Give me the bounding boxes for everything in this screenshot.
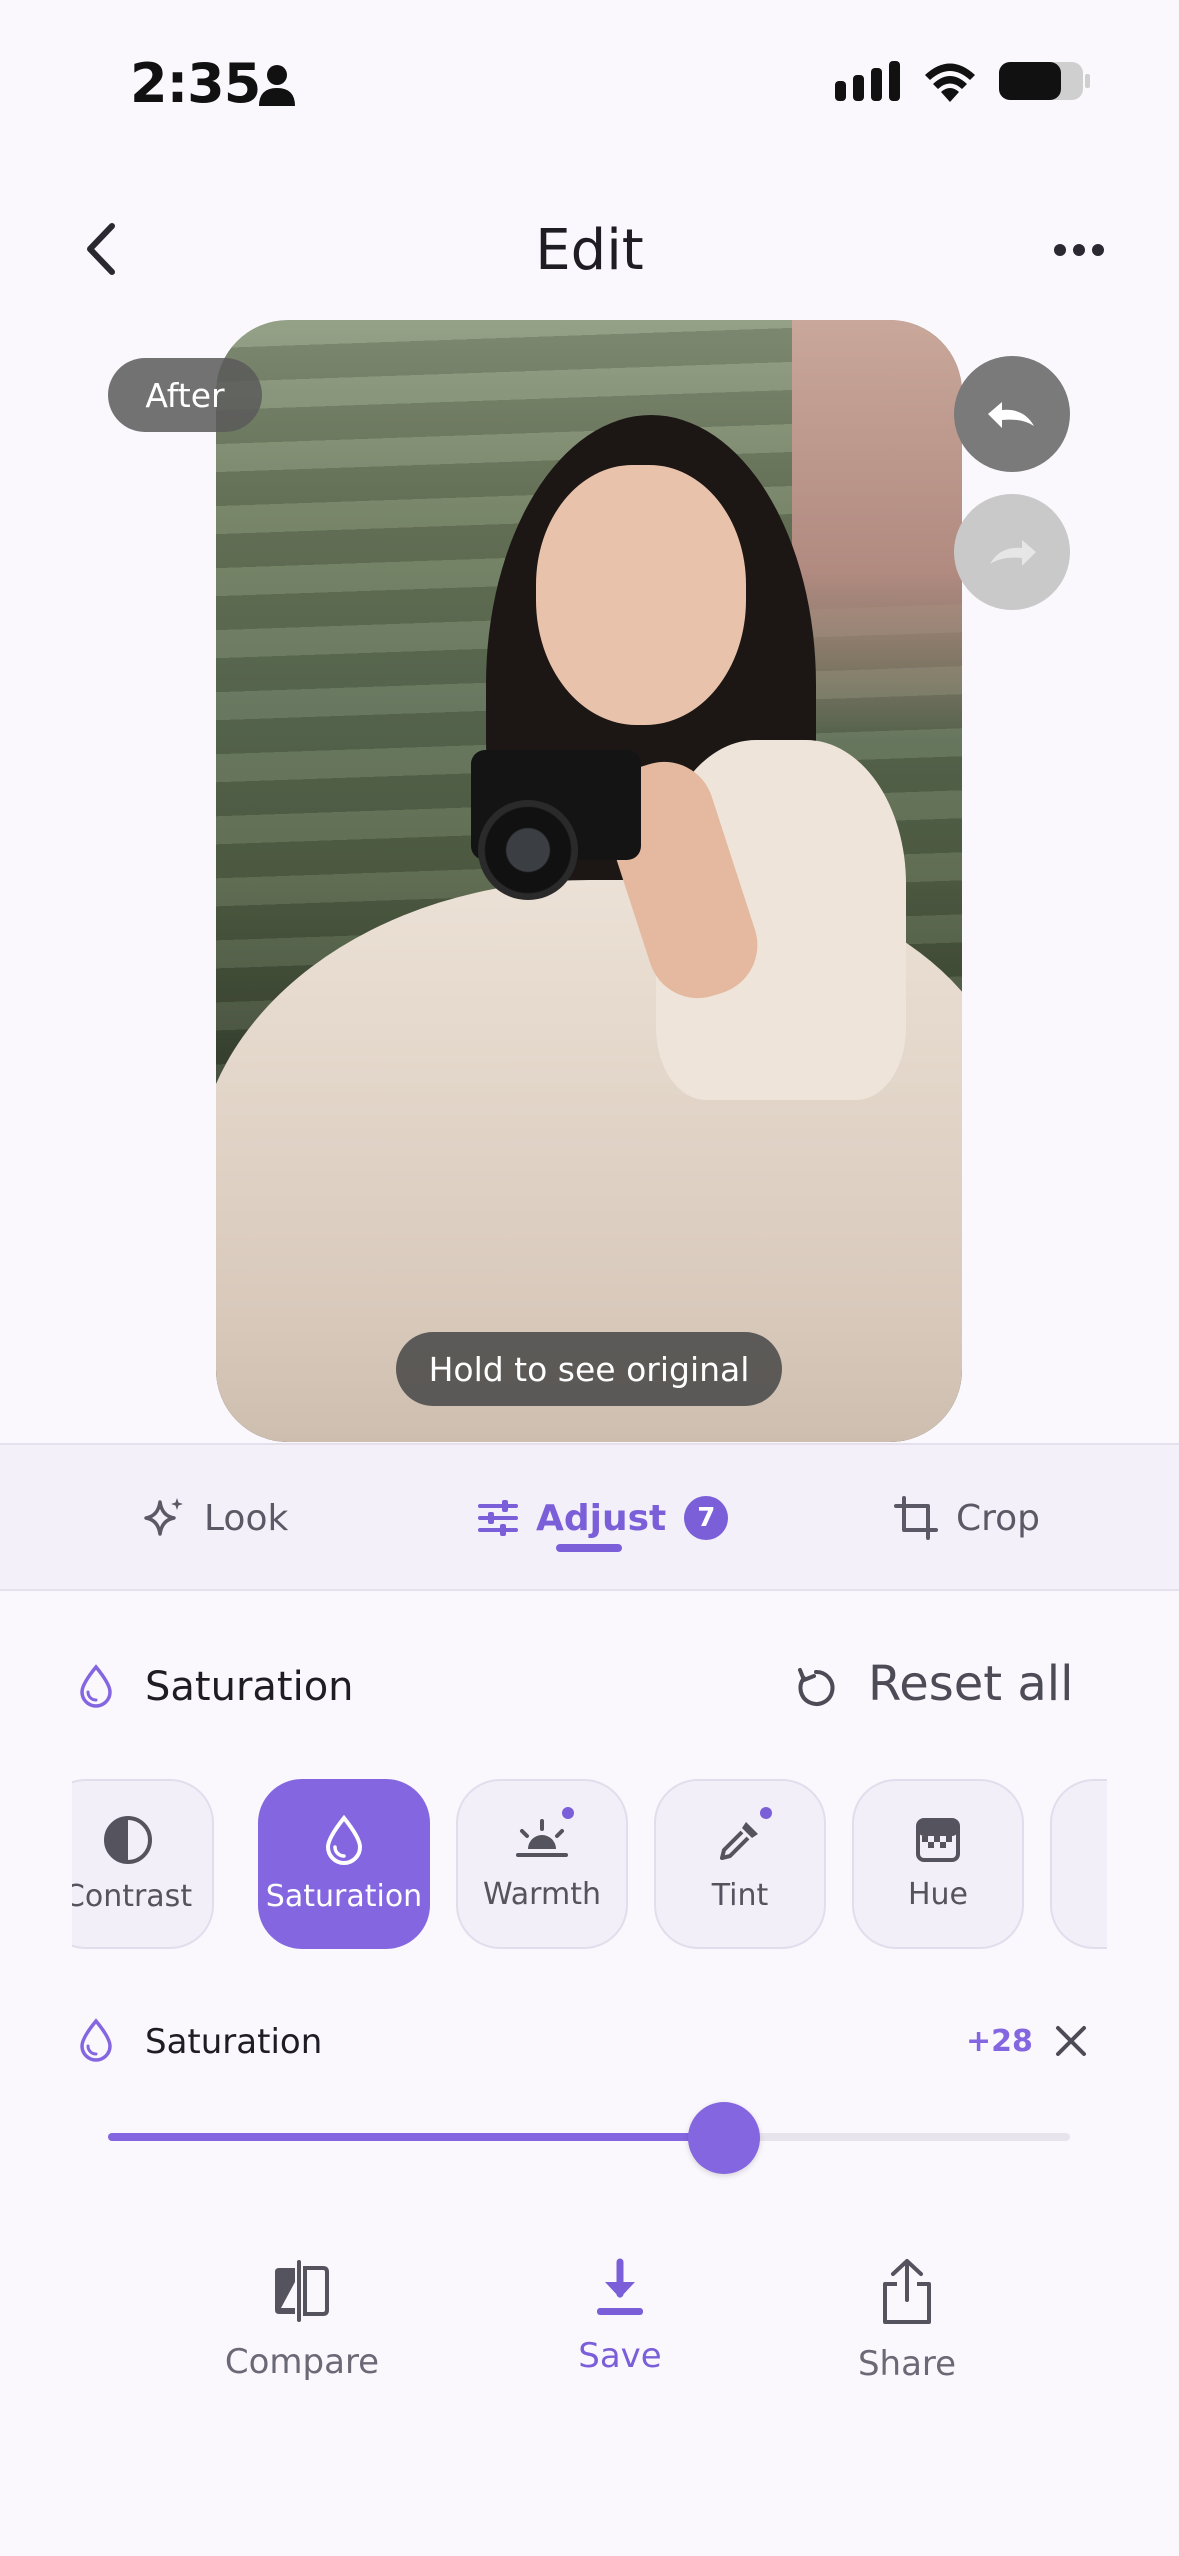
sliders-icon — [478, 1500, 518, 1536]
droplet-icon — [325, 1814, 363, 1865]
chip-tint[interactable]: Tint — [654, 1779, 826, 1949]
tab-look-label: Look — [204, 1497, 289, 1539]
tab-crop-label: Crop — [956, 1497, 1041, 1539]
droplet-icon — [78, 1664, 114, 1712]
chip-hue-label: Hue — [907, 1876, 969, 1912]
redo-button[interactable] — [954, 494, 1070, 610]
edit-tabs: Look Adjust 7 Crop — [0, 1443, 1179, 1591]
compare-button[interactable]: Compare — [182, 2258, 422, 2382]
active-tab-indicator — [556, 1544, 622, 1552]
chip-tint-label: Tint — [711, 1877, 769, 1913]
compare-icon — [275, 2260, 329, 2322]
modified-dot — [562, 1807, 574, 1819]
chip-hue[interactable]: Hue — [852, 1779, 1024, 1949]
chip-more[interactable] — [1050, 1779, 1107, 1949]
share-button[interactable]: Share — [787, 2258, 1027, 2384]
sunset-icon — [516, 1818, 568, 1857]
chip-warmth-label: Warmth — [483, 1876, 601, 1912]
modified-dot — [760, 1807, 772, 1819]
after-label: After — [108, 358, 262, 432]
close-icon — [1056, 2026, 1086, 2056]
slider-value: +28 — [966, 2024, 1033, 2059]
undo-icon — [988, 402, 1034, 428]
chip-warmth[interactable]: Warmth — [456, 1779, 628, 1949]
checker-icon — [916, 1817, 960, 1862]
slider-fill — [108, 2133, 724, 2141]
hold-to-see-original[interactable]: Hold to see original — [396, 1332, 782, 1406]
adjustment-chips: Contrast Saturation Warmth Tint Hue — [72, 1776, 1107, 1954]
save-label: Save — [578, 2336, 662, 2376]
person-icon — [258, 64, 296, 110]
save-button[interactable]: Save — [500, 2258, 740, 2376]
share-icon — [883, 2259, 931, 2324]
chip-saturation[interactable]: Saturation — [258, 1779, 430, 1949]
slider-label: Saturation — [145, 2022, 323, 2062]
reset-icon[interactable] — [794, 1666, 838, 1714]
download-icon — [597, 2258, 643, 2315]
tab-crop[interactable]: Crop — [894, 1445, 1040, 1591]
section-title: Saturation — [145, 1664, 354, 1710]
adjust-count-badge: 7 — [684, 1496, 729, 1540]
chip-contrast[interactable]: Contrast — [72, 1779, 214, 1949]
share-label: Share — [857, 2344, 957, 2384]
status-icons — [835, 60, 1091, 102]
wifi-icon — [925, 63, 975, 102]
redo-icon — [990, 540, 1036, 566]
tab-adjust[interactable]: Adjust 7 — [478, 1445, 729, 1591]
crop-icon — [894, 1496, 938, 1540]
chip-contrast-label: Contrast — [72, 1878, 193, 1914]
more-options-button[interactable] — [1049, 222, 1109, 278]
undo-button[interactable] — [954, 356, 1070, 472]
page-title: Edit — [535, 218, 644, 283]
slider-thumb[interactable] — [687, 2102, 760, 2174]
sparkle-icon — [144, 1498, 183, 1536]
reset-all-button[interactable]: Reset all — [868, 1656, 1073, 1712]
eyedropper-icon — [720, 1821, 758, 1860]
battery-icon — [999, 62, 1090, 100]
chip-saturation-label: Saturation — [265, 1878, 423, 1914]
compare-label: Compare — [224, 2342, 380, 2382]
edited-photo[interactable] — [216, 320, 962, 1442]
droplet-icon — [78, 2018, 114, 2066]
contrast-icon — [104, 1815, 152, 1864]
close-slider-button[interactable] — [1054, 2024, 1088, 2062]
status-time: 2:35 — [130, 52, 261, 115]
tab-look[interactable]: Look — [142, 1445, 288, 1591]
tab-adjust-label: Adjust — [536, 1497, 667, 1539]
more-horizontal-icon — [1054, 244, 1104, 256]
signal-icon — [835, 61, 900, 101]
